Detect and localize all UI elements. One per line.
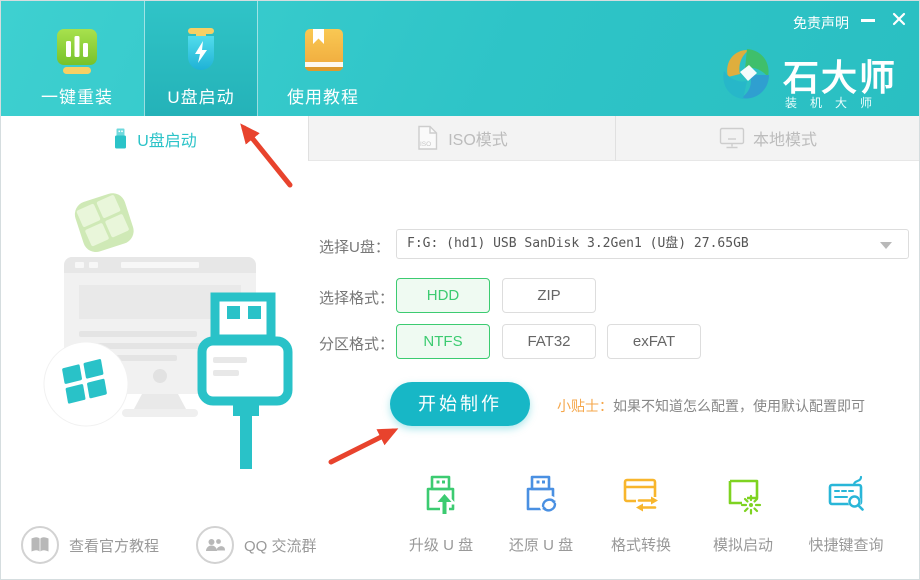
- close-icon: [891, 11, 907, 27]
- restore-usb-icon: [518, 473, 564, 519]
- usb-stick-icon: [112, 127, 129, 151]
- brand-subtitle: 装机大师: [785, 94, 885, 111]
- tab-one-click-reinstall[interactable]: 一键重装: [21, 1, 133, 116]
- reinstall-chart-icon: [21, 25, 133, 79]
- partition-option-fat32[interactable]: FAT32: [502, 324, 596, 359]
- hotkey-query-icon: [823, 473, 869, 519]
- qq-group-link[interactable]: QQ 交流群: [196, 525, 317, 565]
- start-make-button[interactable]: 开始制作: [390, 382, 530, 426]
- format-convert-icon: [618, 473, 664, 519]
- format-option-hdd[interactable]: HDD: [396, 278, 490, 313]
- tab-usb-boot[interactable]: U盘启动: [144, 1, 258, 116]
- usb-drive-select[interactable]: F:G: (hd1) USB SanDisk 3.2Gen1 (U盘) 27.6…: [396, 229, 909, 259]
- partition-option-exfat[interactable]: exFAT: [607, 324, 701, 359]
- upgrade-usb-icon: [418, 473, 464, 519]
- format-label: 选择格式：: [319, 287, 394, 308]
- simulate-boot-icon: [720, 473, 766, 519]
- tab-tutorial[interactable]: 使用教程: [267, 1, 379, 116]
- usb-select-label: 选择U盘：: [319, 236, 390, 257]
- format-option-zip[interactable]: ZIP: [502, 278, 596, 313]
- footer-link-label: QQ 交流群: [244, 535, 317, 556]
- iso-file-icon: ISO: [416, 125, 440, 151]
- usb-monitor-illustration: [1, 161, 321, 481]
- close-button[interactable]: [891, 11, 907, 27]
- minimize-button[interactable]: [861, 19, 875, 22]
- usb-boot-shield-icon: [145, 25, 257, 79]
- mode-tab-local[interactable]: 本地模式: [615, 116, 920, 161]
- tool-label: 模拟启动: [693, 534, 793, 555]
- arrow-to-start-button: [331, 431, 393, 462]
- official-tutorial-link[interactable]: 查看官方教程: [21, 525, 159, 565]
- chevron-down-icon: [880, 242, 892, 249]
- tab-label: 使用教程: [267, 83, 379, 108]
- header-bar: 一键重装 U盘启动: [1, 1, 920, 116]
- partition-label: 分区格式：: [319, 333, 394, 354]
- brand-logo-icon: [717, 43, 775, 110]
- book-icon: [21, 526, 59, 564]
- tool-simulate-boot[interactable]: 模拟启动: [693, 473, 793, 555]
- usb-drive-value: F:G: (hd1) USB SanDisk 3.2Gen1 (U盘) 27.6…: [407, 230, 749, 258]
- tip-prefix: 小贴士：: [557, 398, 613, 414]
- tool-upgrade-usb[interactable]: 升级 U 盘: [391, 473, 491, 555]
- tip-text: 小贴士：如果不知道怎么配置，使用默认配置即可: [557, 396, 865, 416]
- mode-tab-usb-boot[interactable]: U盘启动: [1, 116, 308, 161]
- mode-tab-label: 本地模式: [753, 126, 817, 150]
- tool-restore-usb[interactable]: 还原 U 盘: [491, 473, 591, 555]
- tool-hotkey-query[interactable]: 快捷键查询: [796, 473, 896, 555]
- svg-text:ISO: ISO: [420, 141, 431, 148]
- tutorial-book-icon: [267, 25, 379, 79]
- people-icon: [196, 526, 234, 564]
- tab-label: U盘启动: [145, 83, 257, 108]
- partition-option-ntfs[interactable]: NTFS: [396, 324, 490, 359]
- tool-label: 升级 U 盘: [391, 534, 491, 555]
- app-window: 一键重装 U盘启动: [0, 0, 920, 580]
- mode-tab-label: U盘启动: [137, 127, 197, 151]
- footer-link-label: 查看官方教程: [69, 535, 159, 556]
- mode-tab-label: ISO模式: [448, 126, 508, 150]
- local-monitor-icon: [719, 126, 745, 151]
- tool-label: 还原 U 盘: [491, 534, 591, 555]
- tool-label: 快捷键查询: [796, 534, 896, 555]
- mode-tab-bar: U盘启动 ISO ISO模式 本地模式: [1, 116, 920, 161]
- tool-label: 格式转换: [591, 534, 691, 555]
- disclaimer-link[interactable]: 免责声明: [793, 13, 849, 33]
- tab-label: 一键重装: [21, 83, 133, 108]
- tool-format-convert[interactable]: 格式转换: [591, 473, 691, 555]
- mode-tab-iso[interactable]: ISO ISO模式: [308, 116, 615, 161]
